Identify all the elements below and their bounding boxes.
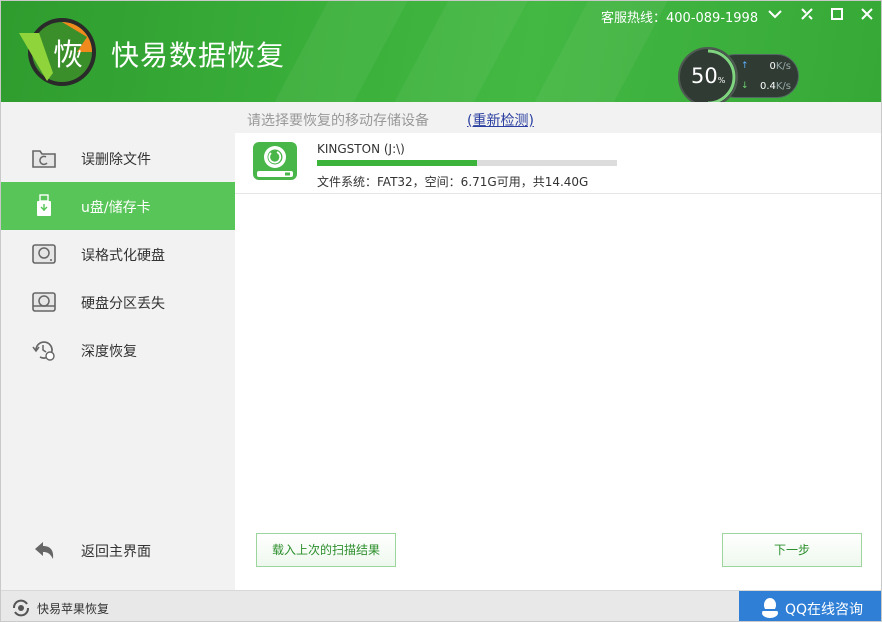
- hotline-text: 客服热线：400-089-1998: [601, 11, 759, 26]
- back-to-main-button[interactable]: 返回主界面: [1, 526, 235, 574]
- sidebar-item-label: 误删除文件: [81, 152, 151, 168]
- device-info: 文件系统：FAT32，空间：6.71G可用，共14.40G: [317, 175, 589, 189]
- qq-consult-label: QQ在线咨询: [785, 602, 864, 618]
- load-last-scan-button[interactable]: 载入上次的扫描结果: [256, 533, 396, 567]
- apple-recover-icon: [13, 599, 29, 617]
- close-icon[interactable]: [855, 4, 879, 26]
- removable-drive-icon: [251, 140, 299, 184]
- download-arrow-icon: ↓: [741, 81, 749, 91]
- sidebar-item-formatted-disk[interactable]: 误格式化硬盘: [1, 230, 235, 278]
- rescan-link[interactable]: (重新检测): [467, 110, 534, 130]
- device-prompt-bar: 请选择要恢复的移动存储设备 (重新检测): [235, 102, 881, 133]
- folder-recover-icon: [31, 146, 57, 170]
- sidebar-item-label: 误格式化硬盘: [81, 248, 165, 264]
- next-button[interactable]: 下一步: [722, 533, 862, 567]
- maximize-icon[interactable]: [825, 4, 849, 26]
- sidebar-item-label: 深度恢复: [81, 344, 137, 360]
- sidebar-item-label: 硬盘分区丢失: [81, 296, 165, 312]
- main-panel: 请选择要恢复的移动存储设备 (重新检测) KINGSTON (J:\) 文件系统…: [235, 102, 881, 590]
- sidebar-item-deep-recovery[interactable]: 深度恢复: [1, 326, 235, 374]
- footer-bar: 快易苹果恢复 QQ在线咨询: [1, 590, 881, 621]
- device-usage-bar: [317, 160, 617, 166]
- sidebar: 误删除文件 u盘/储存卡 误格式化硬盘 硬盘分区丢失 深度恢复 返回主界面: [1, 102, 235, 590]
- sidebar-item-usb-card[interactable]: u盘/储存卡: [1, 182, 235, 230]
- sidebar-item-deleted-files[interactable]: 误删除文件: [1, 134, 235, 182]
- settings-icon[interactable]: [795, 4, 819, 26]
- apple-recover-link[interactable]: 快易苹果恢复: [11, 599, 109, 621]
- svg-text:恢: 恢: [53, 38, 83, 73]
- back-to-main-label: 返回主界面: [81, 544, 151, 560]
- sidebar-item-label: u盘/储存卡: [81, 200, 151, 216]
- device-list-item[interactable]: KINGSTON (J:\) 文件系统：FAT32，空间：6.71G可用，共14…: [235, 133, 881, 194]
- title-bar[interactable]: 恢 快易数据恢复 客服热线：400-089-1998 50% ↑ 0K/s ↓ …: [1, 1, 881, 102]
- device-usage-fill: [317, 160, 478, 166]
- upload-arrow-icon: ↑: [741, 61, 749, 71]
- app-window: 恢 快易数据恢复 客服热线：400-089-1998 50% ↑ 0K/s ↓ …: [0, 0, 882, 622]
- format-disk-icon: [31, 242, 57, 266]
- deep-recover-icon: [31, 338, 57, 362]
- chevron-down-icon[interactable]: [763, 4, 787, 26]
- device-prompt: 请选择要恢复的移动存储设备: [247, 113, 429, 129]
- app-logo: 恢: [17, 15, 103, 89]
- back-arrow-icon: [31, 538, 57, 562]
- sidebar-item-partition-lost[interactable]: 硬盘分区丢失: [1, 278, 235, 326]
- speed-percent: 50%: [691, 64, 726, 88]
- qq-penguin-icon: [762, 598, 778, 618]
- partition-icon: [31, 290, 57, 314]
- qq-consult-button[interactable]: QQ在线咨询: [739, 591, 881, 621]
- apple-recover-label: 快易苹果恢复: [37, 602, 110, 616]
- usb-drive-icon: [31, 194, 57, 218]
- device-name: KINGSTON (J:\): [317, 142, 405, 156]
- app-title: 快易数据恢复: [111, 39, 286, 72]
